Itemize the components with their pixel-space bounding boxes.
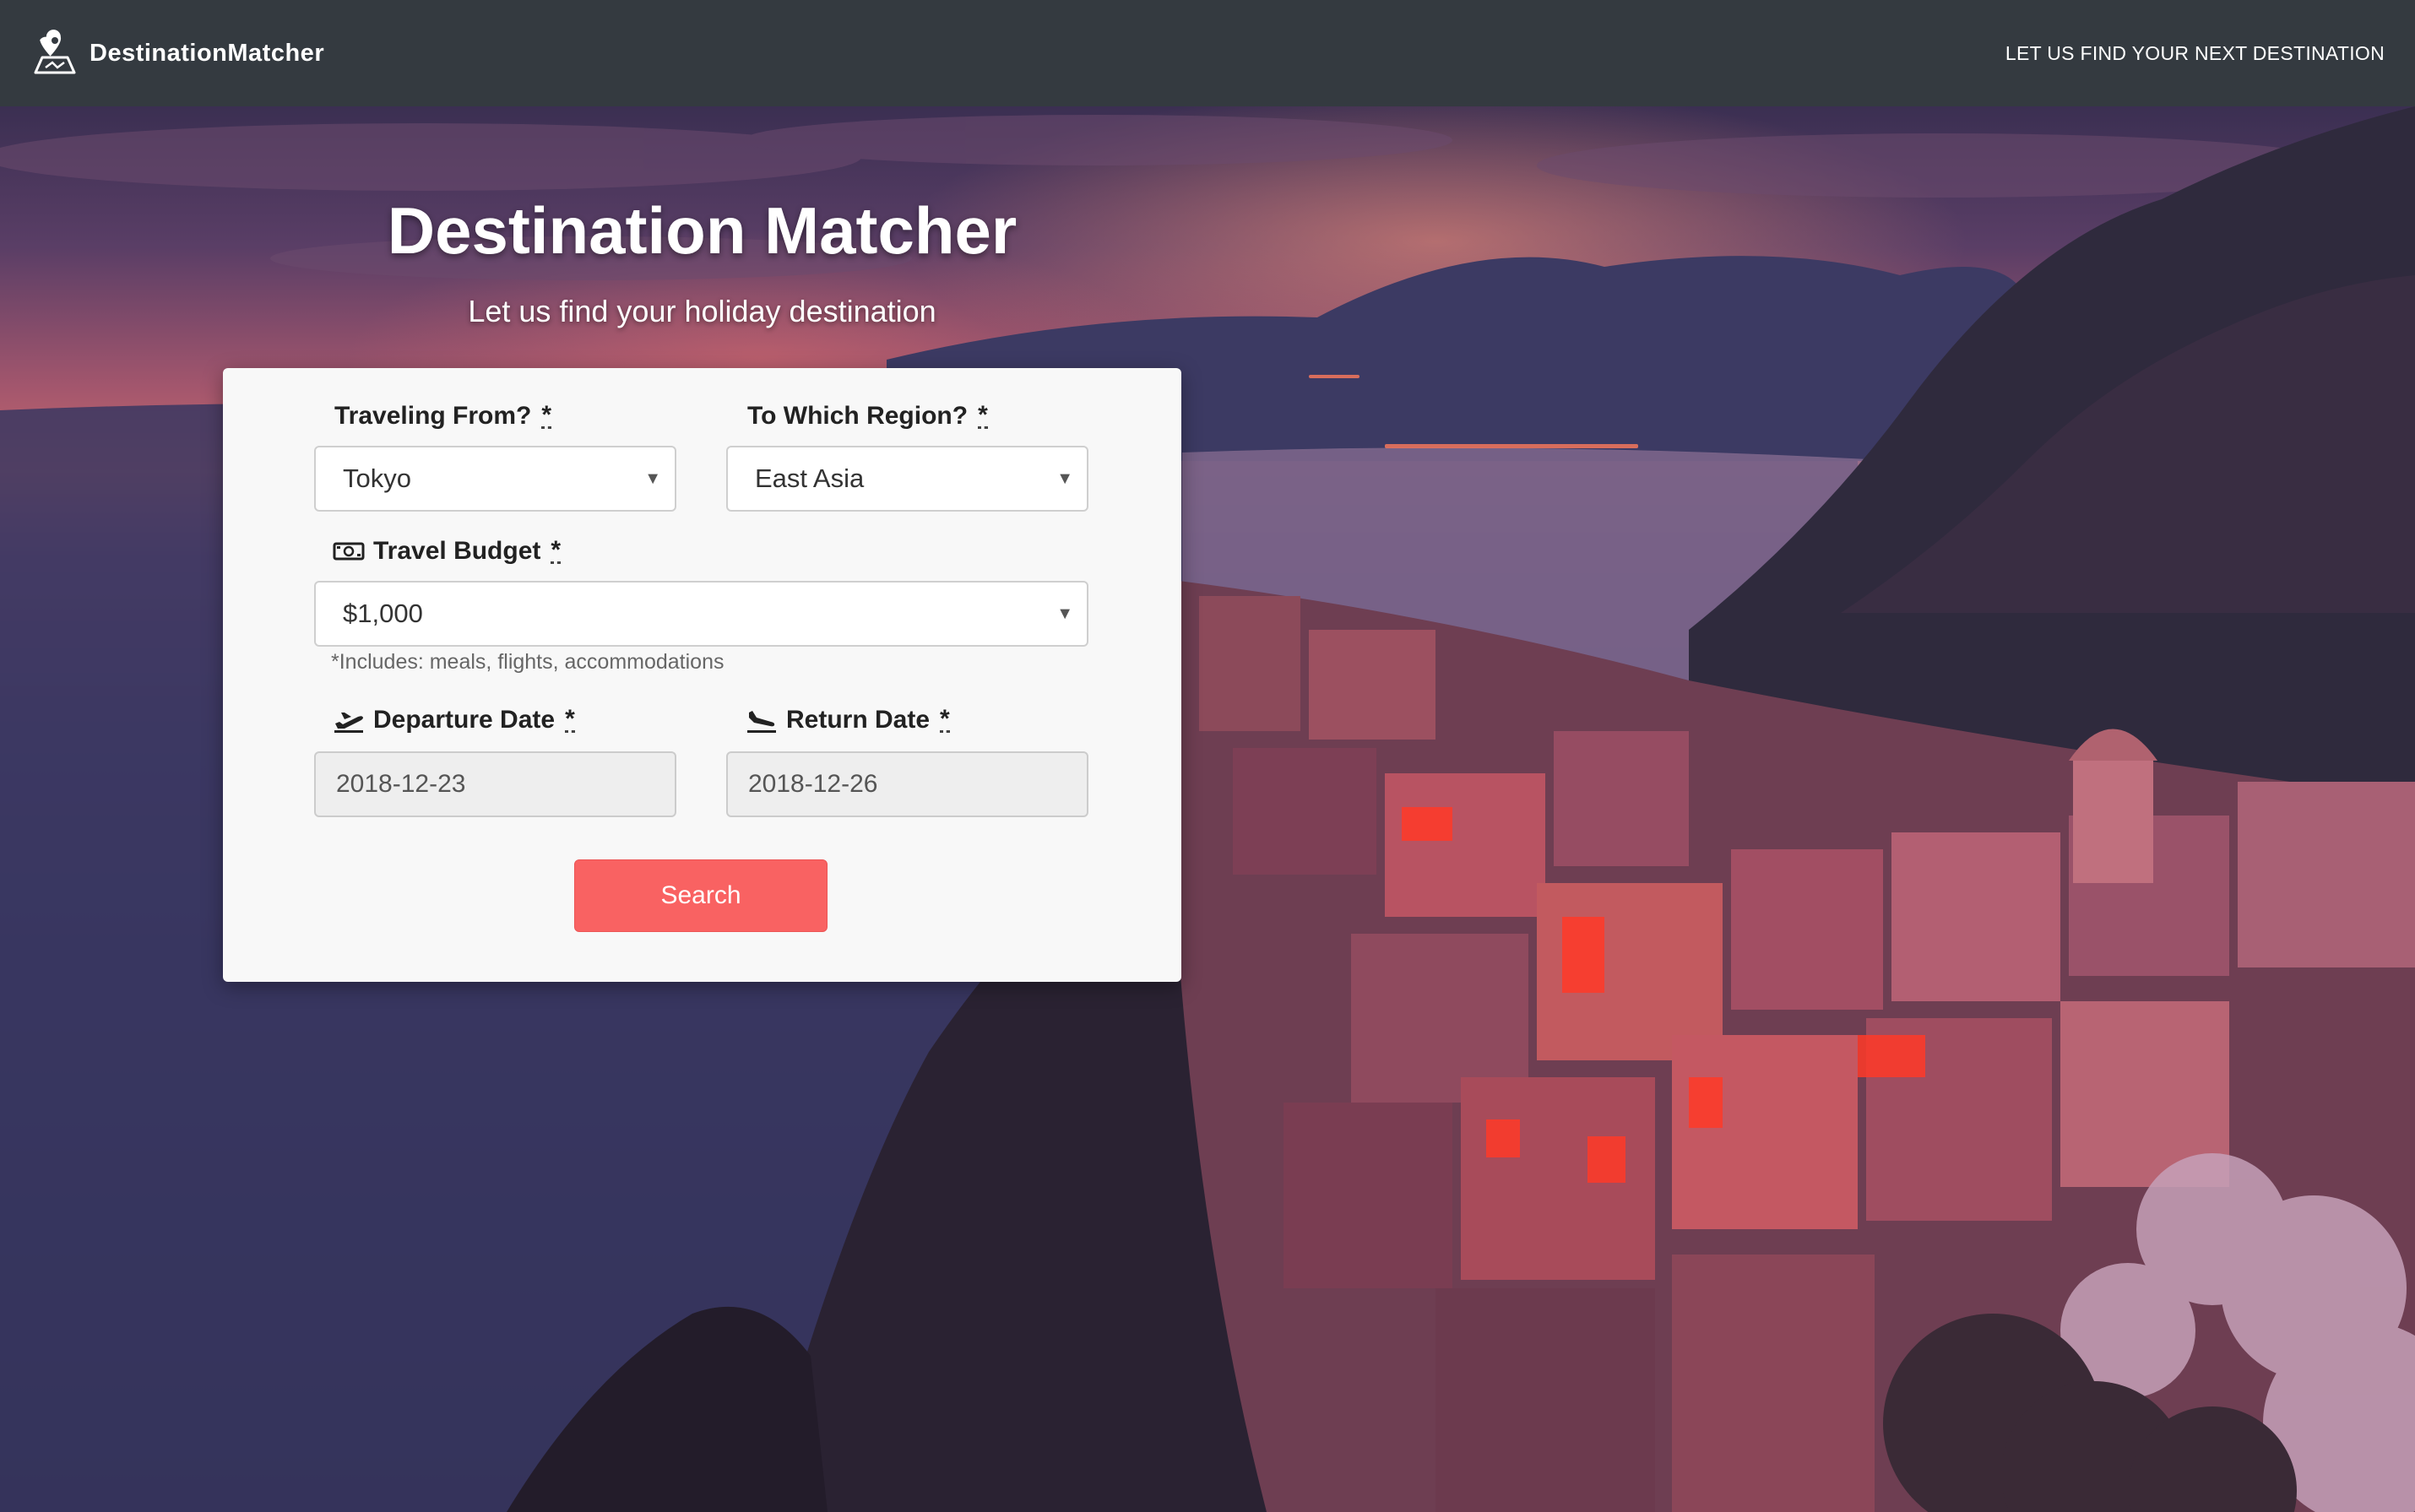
return-date-input[interactable]: 2018-12-26 xyxy=(726,751,1088,817)
region-label: To Which Region? * xyxy=(747,402,988,431)
search-form-card: Traveling From? * Tokyo ▼ To Which Regio… xyxy=(223,368,1181,982)
required-indicator: * xyxy=(940,705,950,733)
chevron-down-icon: ▼ xyxy=(1056,604,1073,623)
departure-date-input[interactable]: 2018-12-23 xyxy=(314,751,676,817)
budget-label-text: Travel Budget xyxy=(373,537,541,565)
return-label: Return Date * xyxy=(746,706,950,734)
region-select-value: East Asia xyxy=(755,463,865,493)
plane-departure-icon xyxy=(334,713,363,733)
required-indicator: * xyxy=(551,536,562,564)
money-bill-icon xyxy=(333,542,365,561)
from-select[interactable]: Tokyo ▼ xyxy=(314,446,676,512)
church-tower xyxy=(2069,729,2157,883)
brand-name: DestinationMatcher xyxy=(90,39,325,67)
plane-arrival-icon xyxy=(747,711,776,733)
required-indicator: * xyxy=(541,401,552,429)
from-select-value: Tokyo xyxy=(343,463,411,493)
return-date-value: 2018-12-26 xyxy=(748,770,878,798)
budget-select[interactable]: $1,000 ▼ xyxy=(314,581,1088,647)
chevron-down-icon: ▼ xyxy=(1056,469,1073,488)
map-pin-icon xyxy=(34,30,76,74)
departure-label-text: Departure Date xyxy=(373,706,556,734)
departure-label: Departure Date * xyxy=(333,706,575,734)
return-label-text: Return Date xyxy=(786,706,931,734)
departure-date-value: 2018-12-23 xyxy=(336,770,466,798)
from-label: Traveling From? * xyxy=(334,401,552,431)
required-indicator: * xyxy=(565,705,575,733)
from-label-text: Traveling From? xyxy=(334,402,532,430)
page-title: Destination Matcher xyxy=(387,193,1018,268)
budget-select-value: $1,000 xyxy=(343,599,423,628)
chevron-down-icon: ▼ xyxy=(644,469,661,488)
brand-link[interactable]: DestinationMatcher xyxy=(30,29,324,78)
budget-hint: *Includes: meals, flights, accommodation… xyxy=(331,650,724,674)
top-navbar: DestinationMatcher LET US FIND YOUR NEXT… xyxy=(0,0,2415,106)
nav-link-find-destination[interactable]: LET US FIND YOUR NEXT DESTINATION xyxy=(2005,42,2385,65)
search-button[interactable]: Search xyxy=(574,859,828,932)
region-select[interactable]: East Asia ▼ xyxy=(726,446,1088,512)
region-label-text: To Which Region? xyxy=(747,402,969,430)
page-subtitle: Let us find your holiday destination xyxy=(468,294,936,328)
budget-label: Travel Budget * xyxy=(333,536,562,566)
required-indicator: * xyxy=(978,401,988,429)
